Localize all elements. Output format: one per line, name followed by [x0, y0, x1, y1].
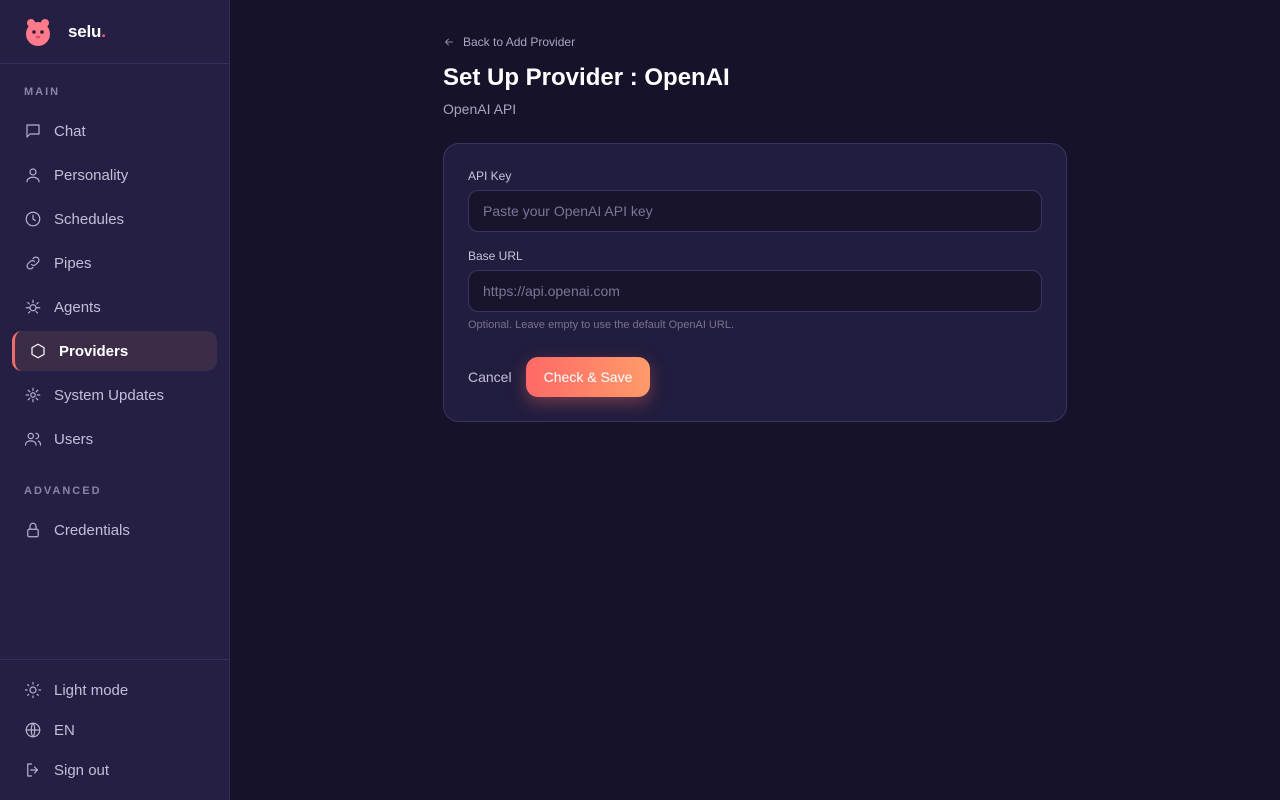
sidebar-item-label: Agents [54, 298, 101, 316]
sidebar-item-credentials[interactable]: Credentials [12, 510, 217, 550]
sidebar-item-pipes[interactable]: Pipes [12, 243, 217, 283]
provider-form-card: API Key Base URL Optional. Leave empty t… [443, 143, 1067, 422]
language-label: EN [54, 721, 75, 739]
bug-icon [24, 298, 42, 316]
back-link[interactable]: Back to Add Provider [443, 35, 575, 49]
sidebar-item-label: Schedules [54, 210, 125, 228]
language-selector[interactable]: EN [12, 710, 217, 750]
gear-icon [24, 386, 42, 404]
link-icon [24, 254, 42, 272]
sidebar-item-label: Chat [54, 122, 86, 140]
sidebar-item-schedules[interactable]: Schedules [12, 199, 217, 239]
base-url-hint: Optional. Leave empty to use the default… [468, 319, 734, 331]
logo-icon [26, 18, 50, 46]
sun-icon [24, 681, 42, 699]
sidebar-item-personality[interactable]: Personality [12, 155, 217, 195]
base-url-input[interactable] [468, 270, 1042, 312]
sidebar-item-label: System Updates [54, 386, 165, 404]
api-key-input[interactable] [468, 190, 1042, 232]
light-mode-toggle[interactable]: Light mode [12, 670, 217, 710]
section-label-advanced: ADVANCED [24, 485, 102, 497]
sidebar: selu. MAIN Chat Personality Schedules Pi… [0, 0, 230, 800]
page-subtitle: OpenAI API [443, 101, 517, 117]
sidebar-item-label: Providers [59, 342, 129, 360]
hexagon-icon [29, 342, 47, 360]
lock-icon [24, 521, 42, 539]
sidebar-item-system-updates[interactable]: System Updates [12, 375, 217, 415]
sidebar-item-providers[interactable]: Providers [12, 331, 217, 371]
sign-out-label: Sign out [54, 761, 110, 779]
sidebar-item-chat[interactable]: Chat [12, 111, 217, 151]
chat-icon [24, 122, 42, 140]
sign-out-icon [24, 761, 42, 779]
page-title: Set Up Provider : OpenAI [443, 64, 730, 91]
sidebar-item-label: Personality [54, 166, 129, 184]
back-link-label: Back to Add Provider [463, 35, 576, 49]
users-icon [24, 430, 42, 448]
sidebar-item-label: Pipes [54, 254, 92, 272]
sidebar-item-label: Users [54, 430, 94, 448]
section-label-main: MAIN [24, 86, 61, 98]
base-url-label: Base URL [468, 249, 523, 263]
sign-out-button[interactable]: Sign out [12, 750, 217, 790]
api-key-label: API Key [468, 169, 512, 183]
clock-icon [24, 210, 42, 228]
sidebar-item-label: Credentials [54, 521, 130, 539]
brand-name: selu. [68, 21, 106, 41]
sidebar-item-agents[interactable]: Agents [12, 287, 217, 327]
arrow-left-icon [445, 38, 453, 46]
user-icon [24, 166, 42, 184]
brand: selu. [0, 0, 229, 64]
check-and-save-button[interactable]: Check & Save [526, 357, 650, 397]
light-mode-label: Light mode [54, 681, 129, 699]
globe-icon [24, 721, 42, 739]
sidebar-item-users[interactable]: Users [12, 419, 217, 459]
cancel-button[interactable]: Cancel [468, 357, 512, 397]
